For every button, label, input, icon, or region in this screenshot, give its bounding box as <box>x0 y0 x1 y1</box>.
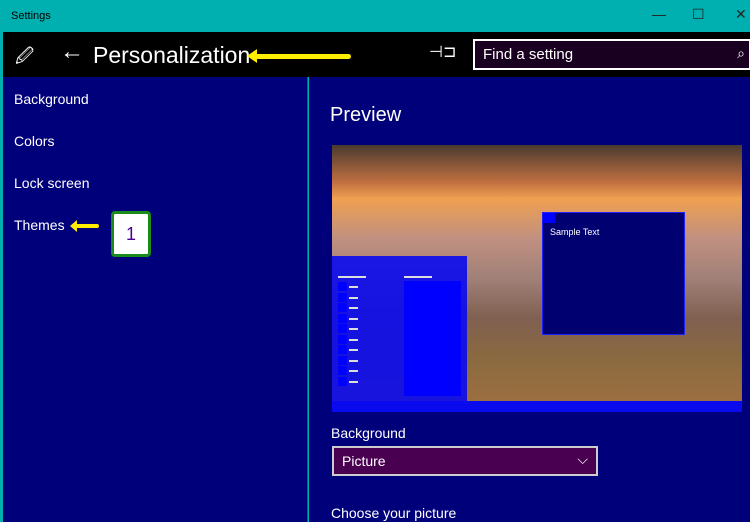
window-title: Settings <box>11 10 51 22</box>
app-list-line <box>349 349 358 351</box>
app-list-line <box>349 317 358 320</box>
sidebar-item-background[interactable]: Background <box>14 91 89 107</box>
title-bar: Settings — ☐ ✕ <box>0 0 750 32</box>
choose-picture-label: Choose your picture <box>331 505 457 521</box>
annotation-arrow <box>247 49 351 63</box>
sidebar-item-colors[interactable]: Colors <box>14 133 54 149</box>
start-menu-preview <box>332 256 467 401</box>
app-list-icon <box>338 303 347 312</box>
personalization-icon: 🖉 <box>15 46 35 66</box>
app-list-icon <box>338 324 347 333</box>
chevron-down-icon: ⌵ <box>577 451 588 467</box>
annotation-badge: 1 <box>111 211 151 257</box>
app-list-icon <box>338 355 347 365</box>
app-list-icon <box>338 376 347 386</box>
app-list-icon <box>338 313 347 323</box>
taskbar-preview <box>332 401 742 412</box>
search-icon[interactable]: ⌕ <box>737 45 745 62</box>
search-placeholder: Find a setting <box>483 46 574 63</box>
app-list-line <box>349 286 358 288</box>
app-list-icon <box>338 334 347 344</box>
main-content: Preview Sample Text Background Picture ⌵… <box>309 77 750 522</box>
back-button[interactable]: ← <box>60 38 84 66</box>
app-list-icon <box>338 345 347 354</box>
preview-image: Sample Text <box>332 145 742 412</box>
page-title: Personalization <box>93 42 251 68</box>
sample-text: Sample Text <box>550 227 600 237</box>
app-list-line <box>349 296 358 299</box>
app-list-icon <box>338 282 347 291</box>
sample-window: Sample Text <box>542 212 685 335</box>
pin-icon[interactable]: ⊣⊐ <box>429 42 456 62</box>
minimize-button[interactable]: — <box>652 6 666 22</box>
close-button[interactable]: ✕ <box>735 6 747 23</box>
maximize-button[interactable]: ☐ <box>692 6 705 23</box>
header: 🖉 ← Personalization ⊣⊐ Find a setting ⌕ <box>3 32 750 77</box>
annotation-arrow <box>70 220 99 232</box>
background-dropdown[interactable]: Picture ⌵ <box>332 446 598 476</box>
app-list-line <box>349 370 358 372</box>
sidebar-item-lock-screen[interactable]: Lock screen <box>14 175 89 191</box>
preview-heading: Preview <box>330 104 402 126</box>
background-value: Picture <box>342 453 386 469</box>
app-list-line <box>349 338 358 341</box>
app-list-line <box>349 380 358 383</box>
background-label: Background <box>331 425 406 441</box>
app-list-line <box>349 328 358 330</box>
search-input[interactable]: Find a setting ⌕ <box>473 39 750 70</box>
sidebar: Background Colors Lock screen Themes 1 <box>3 77 308 522</box>
app-list-line <box>349 307 358 309</box>
sidebar-item-themes[interactable]: Themes <box>14 217 65 233</box>
app-list-line <box>349 359 358 362</box>
app-list-icon <box>338 366 347 375</box>
app-list-icon <box>338 292 347 302</box>
